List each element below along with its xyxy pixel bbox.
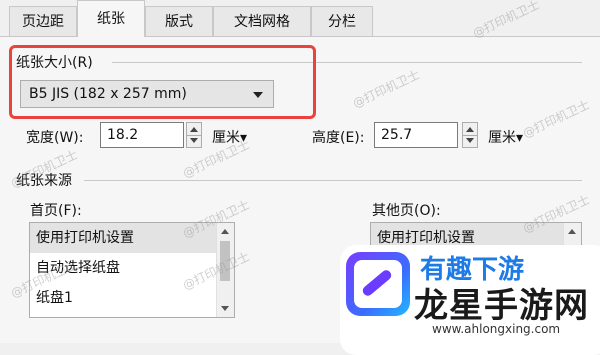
height-input[interactable]: 25.7 <box>374 122 458 148</box>
first-page-label: 首页(F): <box>30 203 82 219</box>
width-input[interactable]: 18.2 <box>100 122 184 148</box>
height-unit-dropdown[interactable]: 厘米▾ <box>488 127 523 147</box>
increment-icon <box>190 127 198 132</box>
list-item[interactable]: 使用打印机设置 <box>30 223 234 253</box>
scroll-down-icon[interactable] <box>221 306 229 311</box>
tab-columns[interactable]: 分栏 <box>311 6 373 36</box>
site-logo-title: 龙星手游网 <box>414 286 589 326</box>
tab-strip: 页边距 纸张 版式 文档网格 分栏 <box>0 0 600 37</box>
decrement-icon <box>466 138 474 143</box>
height-stepper[interactable] <box>462 122 478 148</box>
tab-margins[interactable]: 页边距 <box>9 6 77 36</box>
list-item[interactable]: 自动选择纸盘 <box>30 253 234 283</box>
site-logo-url: www.ahlongxing.com <box>432 322 561 336</box>
tab-document-grid[interactable]: 文档网格 <box>213 6 311 36</box>
list-item[interactable]: 纸盘1 <box>30 283 234 313</box>
paper-source-label: 纸张来源 <box>16 173 72 189</box>
width-unit-dropdown[interactable]: 厘米▾ <box>212 127 247 147</box>
width-stepper[interactable] <box>186 122 202 148</box>
highlight-box <box>9 45 316 119</box>
other-pages-label: 其他页(O): <box>372 203 441 219</box>
divider <box>84 180 582 181</box>
site-logo-icon <box>346 252 410 316</box>
scroll-thumb[interactable] <box>220 241 230 281</box>
width-label: 宽度(W): <box>26 130 84 146</box>
scroll-up-icon[interactable] <box>221 229 229 234</box>
increment-icon <box>466 127 474 132</box>
tab-layout[interactable]: 版式 <box>145 6 213 36</box>
first-page-list[interactable]: 使用打印机设置 自动选择纸盘 纸盘1 <box>29 222 235 318</box>
height-label: 高度(E): <box>312 130 365 146</box>
tab-paper[interactable]: 纸张 <box>77 0 145 37</box>
scrollbar[interactable] <box>216 223 234 317</box>
decrement-icon <box>190 138 198 143</box>
scroll-up-icon[interactable] <box>568 229 576 234</box>
